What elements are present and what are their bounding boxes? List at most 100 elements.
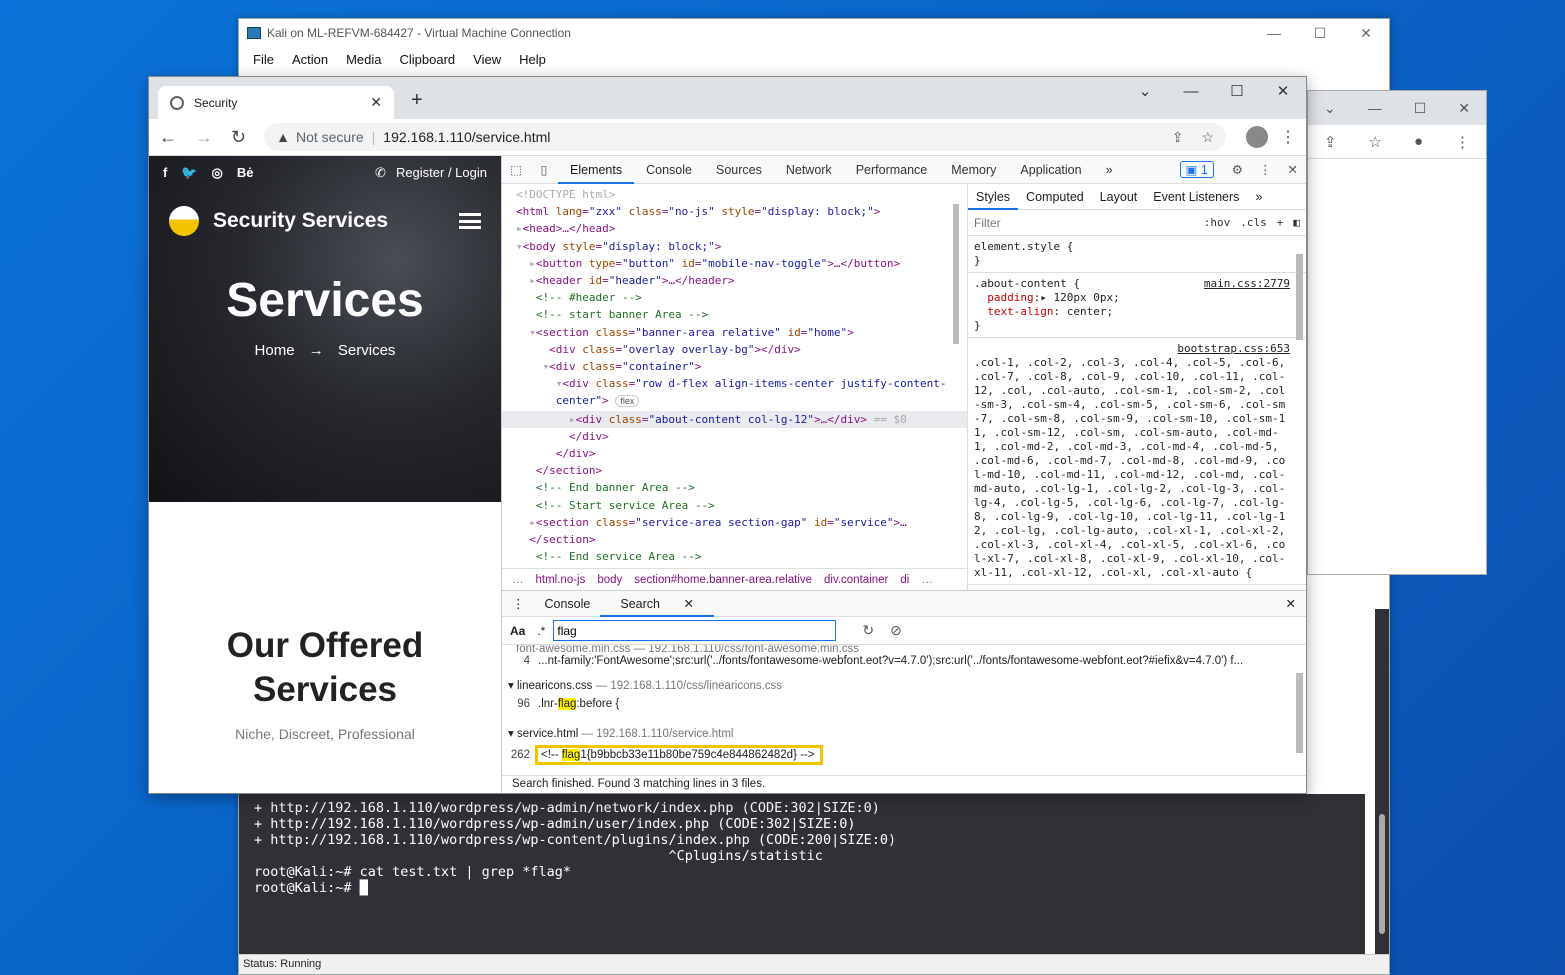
maximize-icon[interactable]: ☐	[1414, 100, 1427, 117]
dom-node[interactable]: ▾<div class="row d-flex align-items-cent…	[502, 375, 967, 392]
star-icon[interactable]: ☆	[1201, 129, 1214, 146]
dom-node[interactable]: <html lang="zxx" class="no-js" style="di…	[502, 203, 967, 220]
add-rule-icon[interactable]: +	[1277, 216, 1284, 229]
minimize-icon[interactable]: —	[1168, 77, 1214, 107]
result-file-header[interactable]: ▾ linearicons.css — 192.168.1.110/css/li…	[502, 678, 1292, 694]
close-icon[interactable]: ✕	[1458, 100, 1470, 117]
dom-node[interactable]: <!-- End banner Area -->	[502, 479, 967, 496]
menu-help[interactable]: Help	[519, 52, 546, 67]
breadcrumb-item[interactable]: di	[900, 574, 909, 586]
facebook-icon[interactable]: f	[163, 165, 167, 181]
clear-icon[interactable]: ⊘	[890, 622, 902, 639]
terminal-scrollbar[interactable]	[1375, 609, 1389, 954]
warning-icon[interactable]: ▲	[276, 129, 290, 145]
regex-toggle[interactable]: .*	[537, 624, 545, 638]
dom-node[interactable]: </section>	[502, 531, 967, 548]
tab-layout[interactable]: Layout	[1092, 190, 1146, 204]
elements-scrollbar[interactable]	[951, 194, 961, 564]
url-text[interactable]: 192.168.1.110/service.html	[383, 129, 550, 145]
reload-icon[interactable]: ↻	[231, 127, 246, 148]
dribbble-icon[interactable]: ◎	[212, 165, 223, 181]
dom-node[interactable]: ▾<body style="display: block;">	[502, 238, 967, 255]
close-icon[interactable]: ✕	[1343, 19, 1389, 47]
css-rule-about-content[interactable]: .about-content { main.css:2779 padding:▸…	[968, 273, 1306, 338]
minimize-icon[interactable]: —	[1251, 19, 1297, 47]
minimize-icon[interactable]: —	[1368, 100, 1382, 116]
breadcrumb-item[interactable]: div.container	[824, 574, 888, 586]
twitter-icon[interactable]: 🐦	[181, 165, 197, 181]
more-icon[interactable]: ⋮	[1455, 133, 1470, 151]
flex-badge[interactable]: flex	[615, 395, 640, 408]
tab-security[interactable]: Security ✕	[158, 86, 394, 119]
brand-name[interactable]: Security Services	[213, 209, 388, 233]
dom-node[interactable]: ▸<section class="service-area section-ga…	[502, 514, 967, 531]
result-line-flag[interactable]: 262 <!-- flag1{b9bbcb33e11b80be759c4e8448…	[502, 745, 1292, 765]
drawer-tab-console[interactable]: Console	[535, 597, 601, 611]
tab-performance[interactable]: Performance	[844, 156, 940, 184]
gear-icon[interactable]: ⚙	[1232, 162, 1243, 177]
chevron-down-icon[interactable]: ⌄	[1324, 100, 1336, 117]
more-tabs-icon[interactable]: »	[1094, 156, 1125, 184]
breadcrumb-item[interactable]: body	[597, 574, 622, 586]
tab-elements[interactable]: Elements	[558, 156, 635, 184]
back-icon[interactable]: ←	[159, 127, 177, 148]
dom-node[interactable]: <div class="overlay overlay-bg"></div>	[502, 341, 967, 358]
behance-icon[interactable]: Bė	[237, 165, 254, 181]
match-case-toggle[interactable]: Aa	[510, 624, 525, 638]
rule-source-link[interactable]: bootstrap.css:653	[1177, 342, 1290, 356]
css-property[interactable]: padding	[987, 291, 1033, 304]
cls-toggle[interactable]: .cls	[1240, 216, 1267, 229]
result-file-header[interactable]: ▾ service.html — 192.168.1.110/service.h…	[502, 726, 1292, 742]
hamburger-menu-icon[interactable]	[459, 213, 481, 229]
dom-node[interactable]: center"> flex	[502, 392, 967, 410]
chevron-down-icon[interactable]: ⌄	[1122, 77, 1168, 107]
dom-node[interactable]: <!-- End service Area -->	[502, 548, 967, 565]
dom-node[interactable]: <!-- #header -->	[502, 289, 967, 306]
dom-node[interactable]: <!-- start banner Area -->	[502, 306, 967, 323]
result-file-header[interactable]: font-awesome.min.css — 192.168.1.110/css…	[502, 645, 1292, 653]
tab-computed[interactable]: Computed	[1018, 190, 1092, 204]
drawer-tab-search[interactable]: Search ✕	[600, 591, 714, 617]
rule-source-link[interactable]: main.css:2779	[1204, 277, 1290, 291]
filter-input[interactable]: Filter	[974, 216, 1001, 230]
dom-node[interactable]: ▾<section class="banner-area relative" i…	[502, 324, 967, 341]
close-drawer-icon[interactable]: ✕	[1276, 596, 1306, 611]
close-tab-icon[interactable]: ✕	[370, 94, 382, 111]
forward-icon[interactable]: →	[195, 127, 213, 148]
breadcrumb-item[interactable]: html.no-js	[536, 574, 586, 586]
terminal[interactable]: + http://192.168.1.110/wordpress/wp-admi…	[239, 794, 1365, 956]
tab-network[interactable]: Network	[774, 156, 844, 184]
star-icon[interactable]: ☆	[1369, 133, 1382, 151]
refresh-icon[interactable]: ↻	[862, 622, 874, 639]
maximize-icon[interactable]: ☐	[1297, 19, 1343, 47]
css-value[interactable]: center;	[1060, 305, 1113, 318]
tab-sources[interactable]: Sources	[704, 156, 774, 184]
styles-scrollbar[interactable]	[1294, 224, 1304, 584]
more-tabs-icon[interactable]: »	[1247, 190, 1270, 204]
results-scrollbar[interactable]	[1294, 645, 1304, 768]
dom-node[interactable]: </section>	[502, 462, 967, 479]
result-line[interactable]: 96 .lnr-flag:before {	[502, 696, 1292, 712]
dom-node[interactable]: ▸<header id="header">…</header>	[502, 272, 967, 289]
close-icon[interactable]: ✕	[1260, 77, 1306, 107]
dom-node[interactable]: <!-- Start service Area -->	[502, 497, 967, 514]
new-tab-icon[interactable]: +	[411, 89, 423, 112]
search-input[interactable]	[553, 620, 837, 641]
tab-application[interactable]: Application	[1008, 156, 1093, 184]
menu-view[interactable]: View	[473, 52, 501, 67]
breadcrumb-item[interactable]: section#home.banner-area.relative	[634, 574, 812, 586]
menu-media[interactable]: Media	[346, 52, 381, 67]
share-icon[interactable]: ⇪	[1324, 133, 1337, 151]
css-rule-bootstrap-cols[interactable]: bootstrap.css:653 .col-1, .col-2, .col-3…	[968, 338, 1306, 585]
tab-event-listeners[interactable]: Event Listeners	[1145, 190, 1247, 204]
profile-icon[interactable]: ●	[1414, 133, 1423, 150]
css-property[interactable]: text-align	[987, 305, 1053, 318]
device-toggle-icon[interactable]: ▯	[530, 162, 558, 177]
element-style-rule[interactable]: element.style {}	[968, 236, 1306, 273]
more-icon[interactable]: ⋮	[1259, 162, 1272, 177]
address-bar[interactable]: ▲ Not secure | 192.168.1.110/service.htm…	[264, 123, 1226, 151]
tab-memory[interactable]: Memory	[939, 156, 1008, 184]
elements-tree[interactable]: <!DOCTYPE html> <html lang="zxx" class="…	[502, 184, 967, 568]
dom-node[interactable]: </div>	[502, 445, 967, 462]
result-line[interactable]: 4 ...nt-family:'FontAwesome';src:url('../…	[502, 653, 1292, 669]
